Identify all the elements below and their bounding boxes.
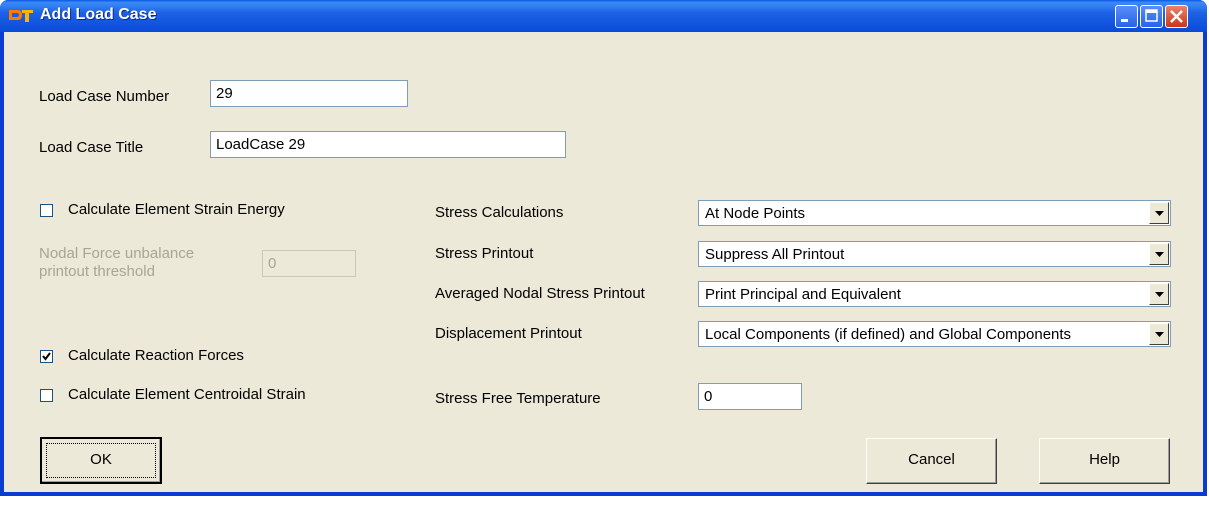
- load-case-title-label: Load Case Title: [39, 139, 144, 156]
- minimize-button[interactable]: [1115, 5, 1138, 28]
- nodal-force-label-line1: Nodal Force unbalance: [39, 245, 195, 262]
- displacement-printout-value: Local Components (if defined) and Global…: [705, 326, 1072, 343]
- add-load-case-dialog: Add Load Case Load Case Number 29 Load C…: [0, 0, 1207, 496]
- app-icon: [9, 10, 33, 22]
- window-title: Add Load Case: [40, 6, 157, 23]
- minimize-icon: [1121, 19, 1128, 22]
- ok-button-label: OK: [90, 451, 112, 468]
- dialog-body: Load Case Number 29 Load Case Title Load…: [4, 32, 1203, 492]
- help-button-label: Help: [1089, 451, 1120, 468]
- cancel-button-label: Cancel: [908, 451, 955, 468]
- load-case-number-label: Load Case Number: [39, 88, 170, 105]
- centroidal-strain-label: Calculate Element Centroidal Strain: [68, 386, 306, 403]
- stress-printout-value: Suppress All Printout: [705, 246, 845, 263]
- reaction-forces-label: Calculate Reaction Forces: [68, 347, 244, 364]
- close-icon: [1170, 10, 1183, 23]
- close-button[interactable]: [1165, 5, 1188, 28]
- stress-calculations-value: At Node Points: [705, 205, 806, 222]
- title-bar[interactable]: Add Load Case: [0, 0, 1207, 32]
- nodal-force-label-line2: printout threshold: [39, 263, 155, 280]
- displacement-printout-dropdown-button[interactable]: [1149, 323, 1169, 345]
- nodal-force-threshold-field[interactable]: 0: [262, 250, 356, 277]
- stress-printout-select[interactable]: Suppress All Printout: [698, 241, 1171, 267]
- ok-button[interactable]: OK: [40, 437, 162, 484]
- dropdown-arrow-icon: [1155, 211, 1164, 216]
- stress-printout-label: Stress Printout: [435, 245, 534, 262]
- dropdown-arrow-icon: [1155, 252, 1164, 257]
- averaged-nodal-stress-label: Averaged Nodal Stress Printout: [435, 285, 645, 302]
- centroidal-strain-checkbox[interactable]: [40, 389, 53, 402]
- stress-printout-dropdown-button[interactable]: [1149, 243, 1169, 265]
- reaction-forces-checkbox[interactable]: [40, 350, 53, 363]
- averaged-nodal-stress-dropdown-button[interactable]: [1149, 283, 1169, 305]
- maximize-button[interactable]: [1140, 5, 1163, 28]
- stress-calculations-dropdown-button[interactable]: [1149, 202, 1169, 224]
- load-case-title-field[interactable]: LoadCase 29: [210, 131, 566, 158]
- dropdown-arrow-icon: [1155, 332, 1164, 337]
- dropdown-arrow-icon: [1155, 292, 1164, 297]
- averaged-nodal-stress-select[interactable]: Print Principal and Equivalent: [698, 281, 1171, 307]
- strain-energy-checkbox[interactable]: [40, 204, 53, 217]
- strain-energy-label: Calculate Element Strain Energy: [68, 201, 285, 218]
- load-case-number-field[interactable]: 29: [210, 80, 408, 107]
- stress-calculations-label: Stress Calculations: [435, 204, 564, 221]
- displacement-printout-label: Displacement Printout: [435, 325, 582, 342]
- cancel-button[interactable]: Cancel: [866, 438, 997, 484]
- stress-free-temperature-label: Stress Free Temperature: [435, 390, 601, 407]
- maximize-icon: [1145, 9, 1158, 22]
- stress-free-temperature-field[interactable]: 0: [698, 383, 802, 410]
- stress-calculations-select[interactable]: At Node Points: [698, 200, 1171, 226]
- displacement-printout-select[interactable]: Local Components (if defined) and Global…: [698, 321, 1171, 347]
- help-button[interactable]: Help: [1039, 438, 1170, 484]
- checkmark-icon: [42, 352, 51, 361]
- averaged-nodal-stress-value: Print Principal and Equivalent: [705, 286, 901, 303]
